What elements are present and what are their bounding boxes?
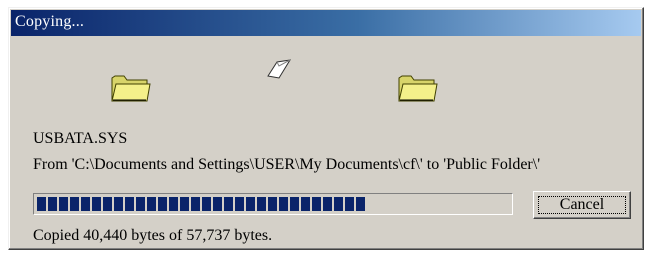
- window-title: Copying...: [15, 13, 85, 30]
- source-folder-icon: [111, 75, 151, 102]
- cancel-button[interactable]: Cancel: [533, 191, 631, 219]
- destination-folder-icon: [398, 75, 438, 102]
- copy-dialog: Copying... USBATA.SYS From 'C:\Documents…: [8, 7, 644, 250]
- progress-bar-fill: [37, 197, 365, 211]
- flying-document-icon: [267, 59, 291, 79]
- copy-status: Copied 40,440 bytes of 57,737 bytes.: [33, 227, 273, 244]
- current-file-name: USBATA.SYS: [33, 130, 128, 147]
- title-bar[interactable]: Copying...: [11, 10, 641, 36]
- copy-source-destination: From 'C:\Documents and Settings\USER\My …: [33, 156, 541, 173]
- progress-bar: [33, 193, 513, 215]
